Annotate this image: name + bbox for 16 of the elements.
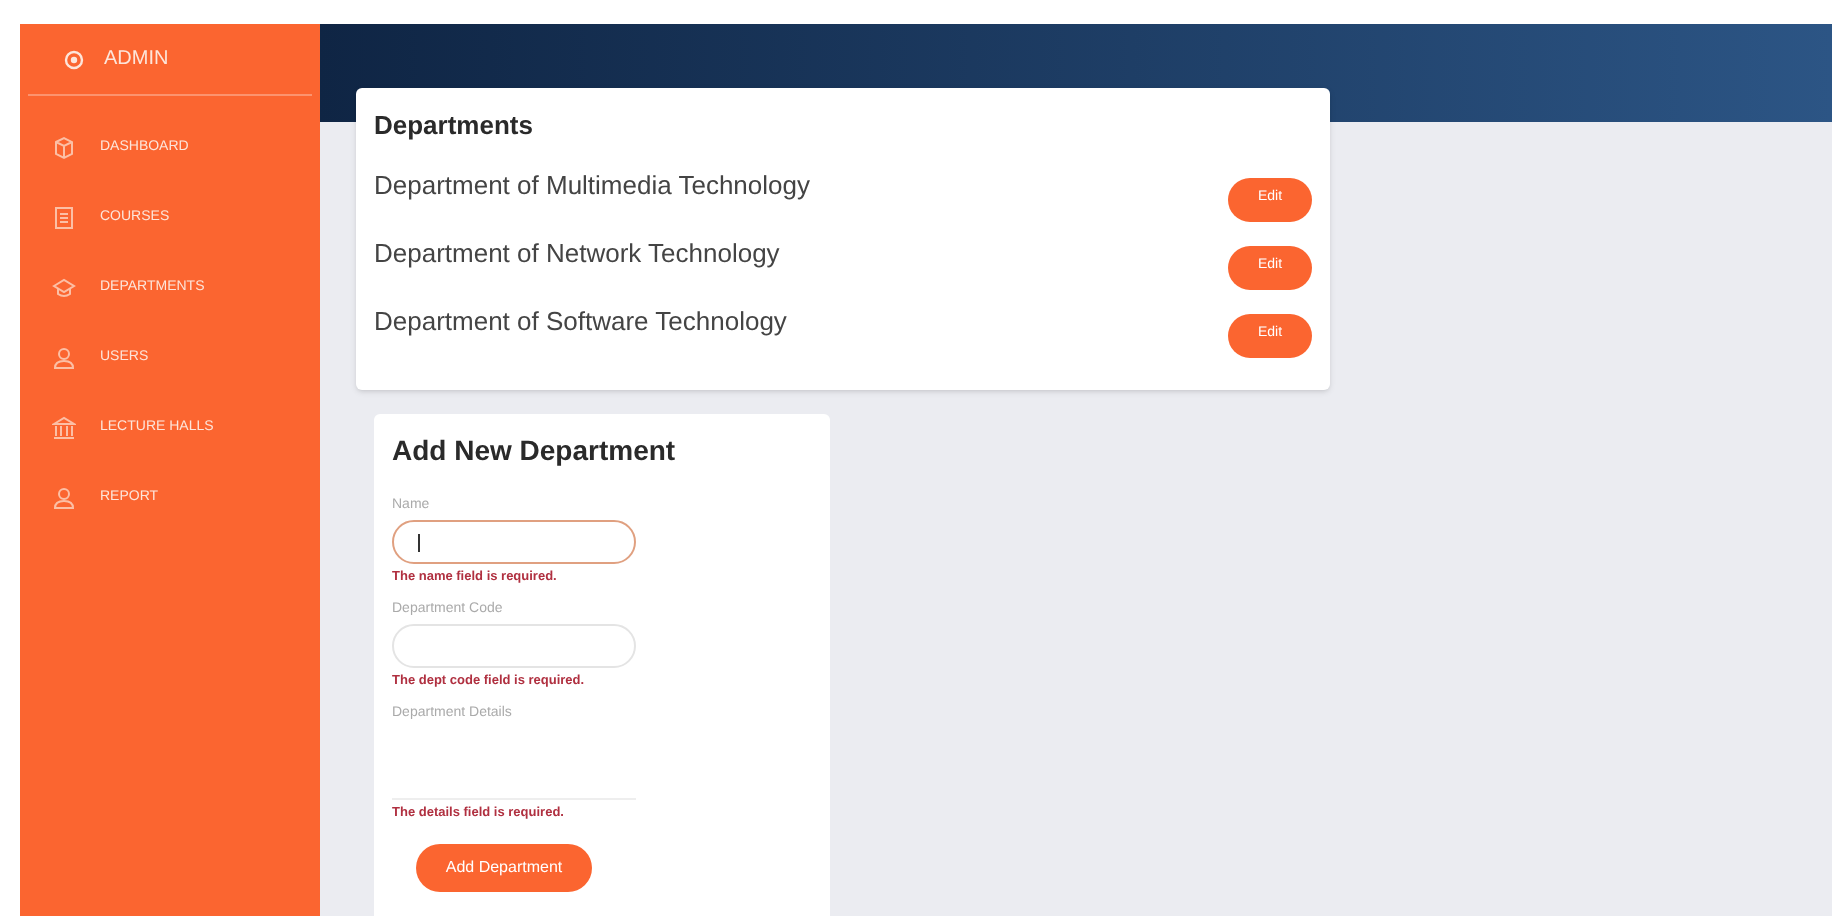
document-icon <box>52 205 76 229</box>
user-icon <box>52 485 76 509</box>
sidebar-title: ADMIN <box>104 46 169 74</box>
department-name: Department of Multimedia Technology <box>374 167 810 204</box>
user-icon <box>52 345 76 369</box>
card-title: Departments <box>374 108 535 144</box>
department-name: Department of Network Technology <box>374 235 780 272</box>
form-title: Add New Department <box>392 432 678 468</box>
cube-icon <box>52 135 76 159</box>
target-icon <box>64 49 84 69</box>
building-icon <box>52 415 76 439</box>
department-name: Department of Software Technology <box>374 303 787 340</box>
text-cursor <box>418 533 420 551</box>
input-field[interactable] <box>392 520 636 564</box>
graduation-cap-icon <box>52 275 76 299</box>
add-department-button[interactable]: Add Department <box>416 844 592 892</box>
